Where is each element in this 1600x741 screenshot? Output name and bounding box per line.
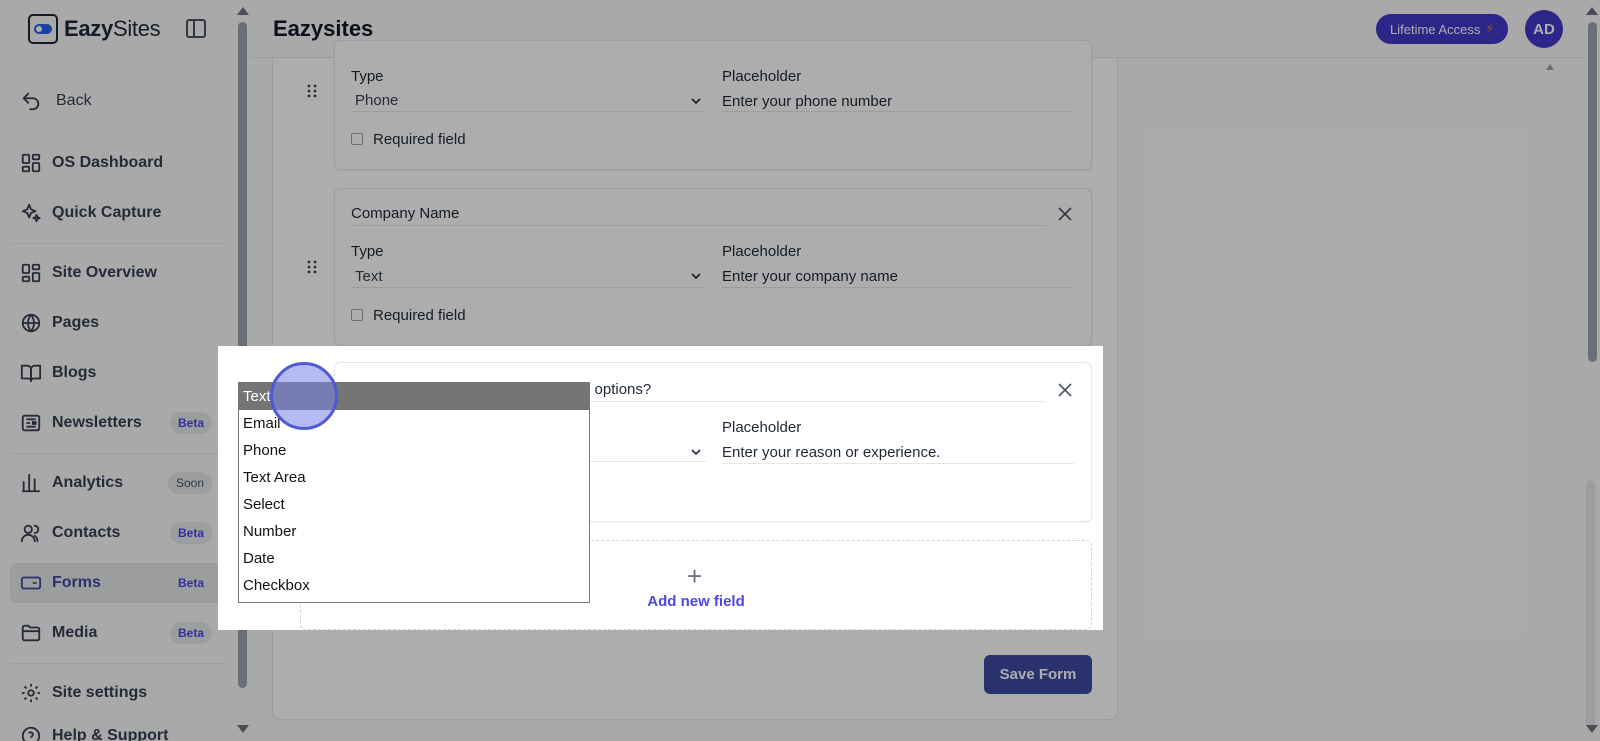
click-indicator <box>270 362 338 430</box>
dropdown-option-phone[interactable]: Phone <box>239 437 589 464</box>
placeholder-underline <box>722 463 1074 464</box>
placeholder-input[interactable]: Enter your reason or experience. <box>722 444 940 461</box>
chevron-down-icon <box>691 449 701 456</box>
dropdown-option-date[interactable]: Date <box>239 545 589 572</box>
dropdown-option-number[interactable]: Number <box>239 518 589 545</box>
dropdown-option-select[interactable]: Select <box>239 491 589 518</box>
placeholder-label: Placeholder <box>722 419 802 436</box>
dropdown-option-text-area[interactable]: Text Area <box>239 464 589 491</box>
dropdown-option-checkbox[interactable]: Checkbox <box>239 572 589 599</box>
close-icon[interactable] <box>1057 382 1073 398</box>
plus-icon: + <box>687 561 703 591</box>
